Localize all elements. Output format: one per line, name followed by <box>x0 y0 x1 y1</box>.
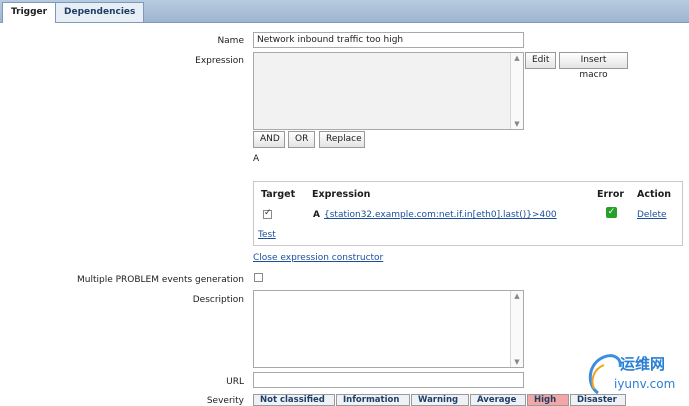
tab-dependencies[interactable]: Dependencies <box>55 2 145 22</box>
severity-information[interactable]: Information <box>336 394 410 406</box>
scroll-up-icon[interactable]: ▲ <box>511 292 523 300</box>
insert-macro-button[interactable]: Insert macro <box>559 52 628 80</box>
expression-constructor: Target Expression Error Action ✓ A {stat… <box>253 181 683 246</box>
expression-letter: A <box>313 210 320 220</box>
edit-button[interactable]: Edit <box>525 52 556 69</box>
scroll-down-icon[interactable]: ▼ <box>511 358 523 366</box>
expression-textarea[interactable]: ▲ ▼ <box>253 52 524 130</box>
expression-link[interactable]: {station32.example.com:net.if.in[eth0].l… <box>324 210 557 220</box>
severity-high[interactable]: High <box>527 394 569 406</box>
severity-label: Severity <box>206 396 244 406</box>
delete-link[interactable]: Delete <box>637 210 667 220</box>
url-label: URL <box>226 377 244 387</box>
description-textarea[interactable]: ▲ ▼ <box>253 290 524 368</box>
expression-label: Expression <box>195 56 244 66</box>
target-checkbox[interactable]: ✓ <box>263 208 272 219</box>
close-expression-constructor-link[interactable]: Close expression constructor <box>253 253 383 263</box>
multiple-problem-checkbox[interactable] <box>254 273 263 282</box>
severity-average[interactable]: Average <box>470 394 526 406</box>
description-scrollbar[interactable]: ▲ ▼ <box>510 291 523 367</box>
tab-bar: Trigger Dependencies <box>0 0 689 23</box>
name-label: Name <box>217 36 244 46</box>
error-header: Error <box>597 189 625 200</box>
description-label: Description <box>192 295 244 305</box>
watermark-text-cn: 运维网 <box>620 355 666 373</box>
check-icon: ✓ <box>264 208 272 218</box>
url-input[interactable] <box>253 372 524 388</box>
test-link[interactable]: Test <box>258 230 276 240</box>
expression-header: Expression <box>312 189 371 200</box>
ok-status-icon: ✓ <box>606 207 617 218</box>
or-button[interactable]: OR <box>288 131 315 148</box>
expression-scrollbar[interactable]: ▲ ▼ <box>510 53 523 129</box>
replace-button[interactable]: Replace <box>319 131 365 148</box>
tab-trigger[interactable]: Trigger <box>2 2 57 23</box>
scroll-up-icon[interactable]: ▲ <box>511 54 523 62</box>
severity-not-classified[interactable]: Not classified <box>253 394 335 406</box>
watermark-text-url: iyunv.com <box>614 377 676 391</box>
scroll-down-icon[interactable]: ▼ <box>511 120 523 128</box>
and-button[interactable]: AND <box>253 131 285 148</box>
expression-preview: A <box>253 154 260 164</box>
name-input[interactable] <box>253 32 524 48</box>
target-header: Target <box>261 189 296 200</box>
severity-warning[interactable]: Warning <box>411 394 469 406</box>
watermark-logo: 运维网 iyunv.com <box>584 349 687 399</box>
multiple-problem-label: Multiple PROBLEM events generation <box>76 275 244 285</box>
action-header: Action <box>637 189 672 200</box>
